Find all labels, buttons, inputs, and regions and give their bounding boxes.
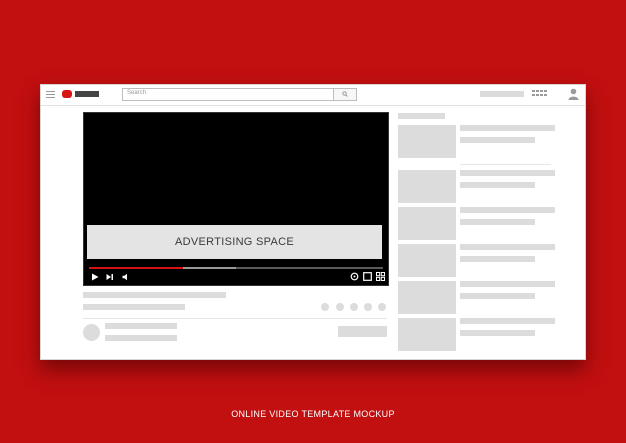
channel-name-placeholder (105, 323, 177, 329)
sidebar-thumbnail[interactable] (398, 207, 456, 240)
miniplayer-icon[interactable] (363, 272, 372, 281)
sidebar-thumbnail[interactable] (398, 318, 456, 351)
settings-icon[interactable] (350, 272, 359, 281)
sidebar-thumbnail[interactable] (398, 281, 456, 314)
sidebar-meta-placeholder (460, 293, 535, 299)
browser-window: Search ADVERTISING SPACE (40, 84, 586, 360)
action-dot[interactable] (336, 303, 344, 311)
sidebar-meta-placeholder (460, 137, 535, 143)
logo-wordmark[interactable] (75, 91, 99, 97)
sidebar-title-placeholder (460, 318, 555, 324)
sidebar-thumbnail[interactable] (398, 244, 456, 277)
sidebar-thumbnail[interactable] (398, 170, 456, 203)
sidebar-title-placeholder (460, 244, 555, 250)
video-subtitle-placeholder (83, 304, 185, 310)
top-bar: Search (41, 85, 585, 106)
search-button[interactable] (333, 88, 357, 101)
sidebar-title-placeholder (460, 207, 555, 213)
progress-buffered (183, 267, 236, 269)
hamburger-icon[interactable] (46, 91, 55, 98)
action-dot[interactable] (364, 303, 372, 311)
play-logo-icon[interactable] (62, 90, 72, 98)
sidebar-meta-placeholder (460, 182, 535, 188)
sidebar-meta-placeholder (460, 256, 535, 262)
action-dot[interactable] (321, 303, 329, 311)
sidebar-meta-placeholder (460, 330, 535, 336)
next-icon[interactable] (106, 273, 114, 281)
channel-meta-placeholder (105, 335, 177, 341)
sidebar-divider (460, 164, 551, 165)
video-player[interactable]: ADVERTISING SPACE (83, 112, 389, 286)
mockup-caption: ONLINE VIDEO TEMPLATE MOCKUP (231, 409, 395, 419)
grid-icon[interactable] (532, 90, 547, 98)
user-icon[interactable] (568, 88, 579, 100)
divider (83, 318, 387, 319)
advertising-banner[interactable]: ADVERTISING SPACE (87, 225, 382, 259)
sidebar-thumbnail[interactable] (398, 125, 456, 158)
avatar[interactable] (83, 324, 100, 341)
progress-played (89, 267, 184, 269)
video-title-placeholder (83, 292, 226, 298)
sidebar-title-placeholder (460, 281, 555, 287)
action-dot[interactable] (350, 303, 358, 311)
sidebar-title-placeholder (460, 170, 555, 176)
volume-icon[interactable] (122, 273, 130, 281)
action-dot[interactable] (378, 303, 386, 311)
sidebar-heading-placeholder (398, 113, 445, 119)
play-icon[interactable] (91, 273, 99, 281)
search-input[interactable]: Search (122, 88, 334, 101)
header-placeholder-bar (480, 91, 524, 97)
search-icon (342, 91, 348, 97)
search-placeholder: Search (127, 90, 147, 96)
progress-bar[interactable] (89, 267, 383, 269)
fullscreen-icon[interactable] (376, 272, 385, 281)
sidebar-meta-placeholder (460, 219, 535, 225)
subscribe-button[interactable] (338, 326, 387, 337)
sidebar-title-placeholder (460, 125, 555, 131)
